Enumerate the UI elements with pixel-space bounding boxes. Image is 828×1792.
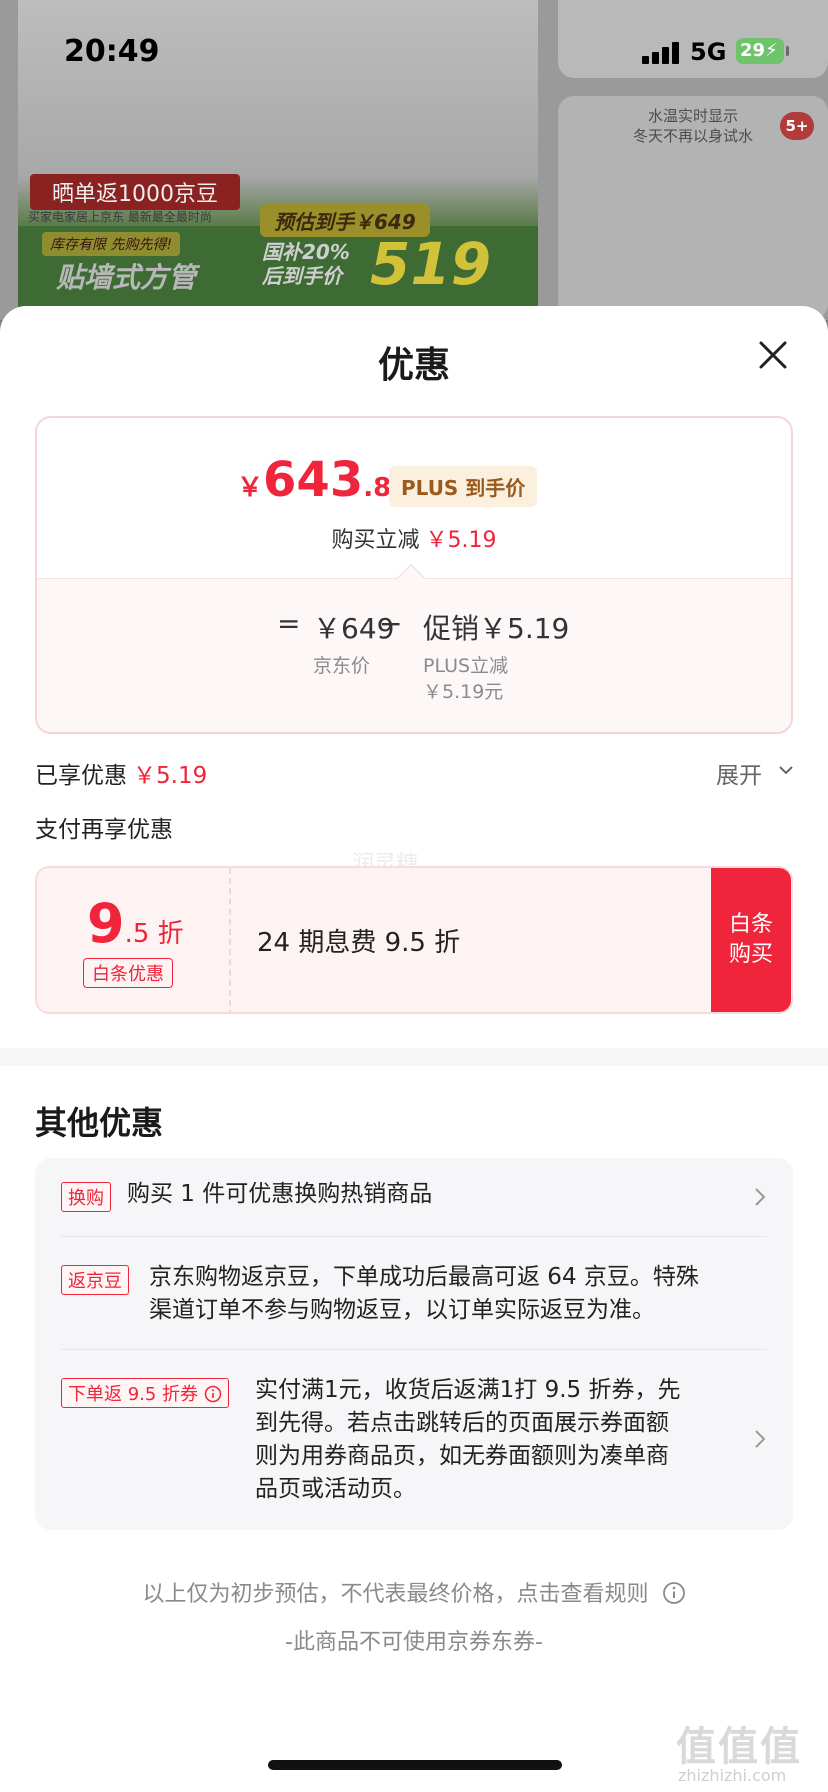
baitiao-rate-block: 9.5 折 白条优惠 xyxy=(37,868,231,1012)
info-icon[interactable] xyxy=(662,1581,686,1605)
enjoyed-value: ￥5.19 xyxy=(133,763,208,789)
offer-text-line4: 品页或活动页。 xyxy=(255,1476,416,1502)
status-time: 20:49 xyxy=(64,34,160,69)
other-offers-title: 其他优惠 xyxy=(35,1104,164,1142)
chevron-right-icon[interactable] xyxy=(753,1186,767,1208)
offer-text-line1: 京东购物返京豆，下单成功后最高可返 64 京豆。特殊 xyxy=(149,1264,699,1290)
offer-tag: 换购 xyxy=(61,1182,111,1212)
baitiao-buy-line2: 购买 xyxy=(728,942,773,967)
instant-discount-value: ￥5.19 xyxy=(425,528,497,553)
instant-discount: 购买立减 ￥5.19 xyxy=(37,522,791,554)
promo-detail-line2: ￥5.19元 xyxy=(423,681,504,703)
section-divider xyxy=(0,1048,828,1066)
chevron-right-icon[interactable] xyxy=(753,1428,767,1450)
rules-note-text: 以上仅为初步预估，不代表最终价格，点击查看规则 xyxy=(142,1582,649,1607)
enjoyed-discount: 已享优惠 ￥5.19 xyxy=(35,756,207,790)
final-price-symbol: ￥ xyxy=(237,473,264,503)
promo-detail: PLUS立减 ￥5.19元 xyxy=(423,653,508,705)
minus-sign: − xyxy=(379,607,403,640)
bg-price-sub-line1: 国补20% xyxy=(262,240,350,264)
offer-tag-label: 下单返 9.5 折券 xyxy=(68,1384,199,1405)
offer-item-jingdou: 返京豆 京东购物返京豆，下单成功后最高可返 64 京豆。特殊 渠道订单不参与购物… xyxy=(35,1237,793,1349)
signal-icon xyxy=(642,40,682,64)
promo-detail-line1: PLUS立减 xyxy=(423,655,509,677)
price-card-top: ￥643.81 PLUS 到手价 购买立减 ￥5.19 xyxy=(37,418,791,578)
bg-banner-red: 晒单返1000京豆 xyxy=(30,174,240,210)
final-price-int: 643 xyxy=(263,452,364,508)
price-card: ￥643.81 PLUS 到手价 购买立减 ￥5.19 = ￥649 京东价 − … xyxy=(35,416,793,734)
offer-text-line3: 则为用券商品页，如无券面额则为凑单商 xyxy=(255,1443,669,1469)
other-offers-list: 换购 购买 1 件可优惠换购热销商品 返京豆 京东购物返京豆，下单成功后最高可返… xyxy=(35,1158,793,1530)
instant-discount-label: 购买立减 xyxy=(331,528,420,553)
offer-text: 购买 1 件可优惠换购热销商品 xyxy=(127,1181,433,1207)
status-bar: 20:49 5G 29⚡ xyxy=(0,0,828,100)
baitiao-tag: 白条优惠 xyxy=(83,958,173,988)
rules-note[interactable]: 以上仅为初步预估，不代表最终价格，点击查看规则 xyxy=(0,1576,828,1608)
bg-green-tag: 库存有限 先购先得! xyxy=(42,232,181,256)
bg-price-big: 519 xyxy=(370,230,492,298)
battery-cap xyxy=(786,46,789,56)
offer-text: 实付满1元，收货后返满1打 9.5 折券，先 到先得。若点击跳转后的页面展示券面… xyxy=(255,1374,680,1506)
baitiao-buy-button[interactable]: 白条 购买 xyxy=(711,868,791,1012)
bg-price-sub-line2: 后到手价 xyxy=(262,264,342,288)
offer-text-line2: 渠道订单不参与购物返豆，以订单实际返豆为准。 xyxy=(149,1297,655,1323)
coupon-restriction-note: -此商品不可使用京券东券- xyxy=(285,1630,543,1655)
offer-text-line2: 到先得。若点击跳转后的页面展示券面额 xyxy=(255,1410,669,1436)
equals-sign: = xyxy=(277,607,301,640)
chevron-down-icon[interactable] xyxy=(778,762,794,778)
offer-item-coupon[interactable]: 下单返 9.5 折券 实付满1元，收货后返满1打 9.5 折券，先 到先得。若点… xyxy=(35,1350,793,1530)
expand-button[interactable]: 展开 xyxy=(716,756,762,790)
discount-sheet: 优惠 ￥643.81 PLUS 到手价 购买立减 ￥5.19 = ￥649 京东价… xyxy=(0,306,828,1792)
close-icon[interactable] xyxy=(756,338,790,372)
plus-price-tag: PLUS 到手价 xyxy=(389,466,538,507)
baitiao-rate: 9.5 折 xyxy=(87,892,184,955)
battery-icon: 29⚡ xyxy=(736,38,784,64)
price-breakdown: = ￥649 京东价 − 促销￥5.19 PLUS立减 ￥5.19元 xyxy=(37,578,791,732)
offer-text: 京东购物返京豆，下单成功后最高可返 64 京豆。特殊 渠道订单不参与购物返豆，以… xyxy=(149,1261,699,1327)
enjoyed-label: 已享优惠 xyxy=(35,763,127,789)
network-type: 5G xyxy=(690,38,727,66)
offer-item-exchange[interactable]: 换购 购买 1 件可优惠换购热销商品 xyxy=(35,1158,793,1236)
home-indicator[interactable] xyxy=(268,1760,562,1770)
baitiao-offer[interactable]: 9.5 折 白条优惠 24 期息费 9.5 折 白条 购买 xyxy=(35,866,793,1014)
jd-price-label: 京东价 xyxy=(313,655,371,677)
offer-tag: 返京豆 xyxy=(61,1265,129,1295)
bg-green-title: 贴墙式方管 xyxy=(56,261,197,294)
promo-price: 促销￥5.19 xyxy=(423,612,570,645)
final-price: ￥643.81 xyxy=(237,452,409,508)
baitiao-rate-big: 9 xyxy=(87,892,125,955)
offer-text-line1: 实付满1元，收货后返满1打 9.5 折券，先 xyxy=(255,1377,681,1403)
bg-banner-sub: 买家电家居上京东 最新最全最时尚 xyxy=(28,210,212,224)
product-image-right: 水温实时显示 冬天不再以身试水 5+ xyxy=(558,96,828,320)
bg-price-sub: 国补20% 后到手价 xyxy=(262,240,350,288)
site-watermark: 值值值 xyxy=(676,1724,802,1770)
sheet-title: 优惠 xyxy=(377,345,450,386)
pay-more-title: 支付再享优惠 xyxy=(35,817,173,843)
baitiao-buy-line1: 白条 xyxy=(728,912,773,937)
offer-tag: 下单返 9.5 折券 xyxy=(61,1378,229,1408)
battery-level: 29 xyxy=(740,40,766,61)
image-count-badge: 5+ xyxy=(780,112,814,140)
info-icon xyxy=(204,1385,222,1403)
baitiao-rate-small: .5 折 xyxy=(124,919,184,949)
site-url-watermark: zhizhizhi.com xyxy=(678,1766,787,1785)
baitiao-desc: 24 期息费 9.5 折 xyxy=(257,928,461,958)
